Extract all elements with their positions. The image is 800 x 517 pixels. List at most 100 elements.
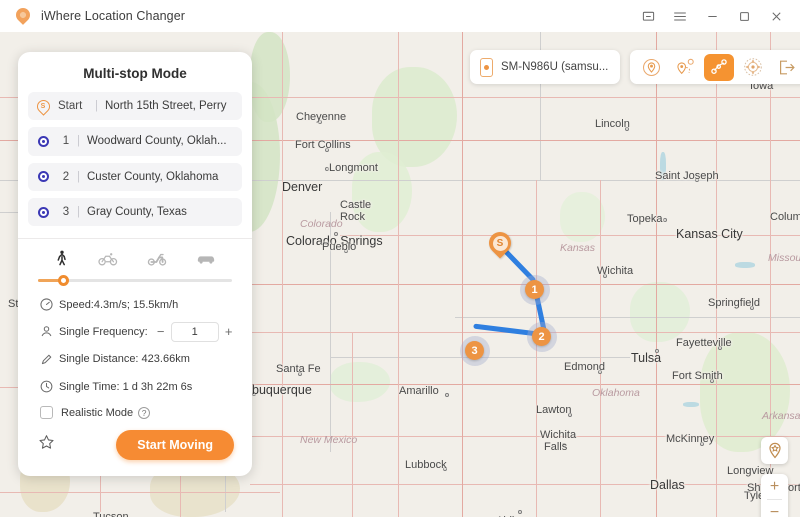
- route-marker-start[interactable]: S: [484, 227, 516, 259]
- radio-dot-icon: [28, 135, 58, 147]
- map-terrain: [330, 362, 390, 402]
- exit-button[interactable]: [772, 54, 800, 81]
- speed-slider[interactable]: [38, 273, 232, 287]
- map-state-label: Kansas: [560, 242, 596, 254]
- realistic-mode-row[interactable]: Realistic Mode ?: [40, 406, 252, 420]
- map-city-label: Wichita: [540, 429, 577, 441]
- radio-dot-icon: [28, 171, 58, 183]
- frequency-input[interactable]: 1: [170, 321, 219, 342]
- zoom-control[interactable]: + −: [761, 474, 788, 517]
- realistic-mode-label: Realistic Mode: [61, 406, 134, 419]
- stop-row-1[interactable]: 1 | Woodward County, Oklah...: [28, 127, 242, 156]
- device-name-label: SM-N986U (samsu...: [501, 61, 609, 73]
- distance-value: Single Distance: 423.66km: [59, 353, 190, 366]
- map-city-label: Lincoln: [595, 118, 630, 130]
- zoom-out-button[interactable]: −: [761, 500, 788, 517]
- map-road: [0, 492, 280, 493]
- zoom-in-button[interactable]: +: [761, 474, 788, 499]
- map-city-label: Wichita: [597, 265, 634, 277]
- stop-row-start[interactable]: S Start | North 15th Street, Perry: [28, 92, 242, 121]
- panel-footer: Start Moving: [18, 419, 252, 476]
- transport-modes[interactable]: [18, 239, 252, 271]
- frequency-row[interactable]: Single Frequency: − 1 +: [40, 318, 252, 345]
- frequency-decrease-button[interactable]: −: [154, 324, 168, 339]
- menu-icon[interactable]: [664, 0, 696, 32]
- route-marker-1[interactable]: 1: [525, 280, 544, 299]
- maximize-icon[interactable]: [728, 0, 760, 32]
- stop-address: North 15th Street, Perry: [105, 100, 227, 113]
- map-road: [398, 32, 399, 517]
- map-terrain: [630, 282, 690, 342]
- time-value: Single Time: 1 d 3h 22m 6s: [59, 380, 193, 393]
- stop-separator: |: [77, 170, 80, 183]
- map-road: [230, 384, 800, 386]
- joystick-mode-button[interactable]: [738, 54, 768, 81]
- exit-arrow-icon: [780, 60, 795, 74]
- realistic-mode-checkbox[interactable]: [40, 406, 53, 420]
- app-logo-icon: [13, 5, 33, 25]
- map-city-label: Denver: [282, 180, 323, 194]
- one-stop-route-icon: [676, 58, 694, 74]
- map-state-label: Missouri: [768, 252, 800, 264]
- clock-icon: [40, 380, 59, 393]
- stop-row-3[interactable]: 3 | Gray County, Texas: [28, 197, 242, 227]
- speed-row: Speed:4.3m/s; 15.5km/h: [40, 291, 252, 318]
- car-mode-icon[interactable]: [196, 252, 216, 265]
- close-icon[interactable]: [760, 0, 792, 32]
- stop-address: Gray County, Texas: [87, 206, 187, 219]
- pin-star-icon: [768, 442, 781, 459]
- help-icon[interactable]: ?: [138, 406, 151, 419]
- multi-stop-panel: Multi-stop Mode S Start | North 15th Str…: [18, 52, 252, 476]
- title-bar: iWhere Location Changer: [0, 0, 800, 32]
- stop-address: Woodward County, Oklah...: [87, 135, 227, 148]
- map-road: [462, 32, 464, 517]
- start-moving-button[interactable]: Start Moving: [116, 429, 234, 460]
- map-city-label: Santa Fe: [276, 363, 321, 375]
- favorite-places-button[interactable]: [761, 437, 788, 464]
- frequency-increase-button[interactable]: +: [222, 324, 236, 339]
- map-city-label: Cheyenne: [296, 111, 347, 123]
- map-road: [600, 180, 601, 517]
- frequency-label: Single Frequency:: [59, 325, 148, 338]
- minimize-icon[interactable]: [696, 0, 728, 32]
- stop-key: Start: [58, 100, 83, 113]
- map-road: [250, 484, 800, 485]
- map-city-label: Saint Joseph: [655, 170, 719, 182]
- panel-title: Multi-stop Mode: [83, 66, 187, 81]
- window-controls[interactable]: [632, 0, 800, 32]
- motorcycle-mode-icon[interactable]: [147, 251, 167, 267]
- frequency-stepper[interactable]: − 1 +: [154, 321, 236, 342]
- stop-row-2[interactable]: 2 | Custer County, Oklahoma: [28, 162, 242, 191]
- state-border: [455, 317, 800, 318]
- map-city-label: Falls: [544, 441, 568, 453]
- map-city-label: Tucson: [93, 511, 129, 517]
- stop-separator: |: [77, 135, 80, 148]
- map-city-label: Lubbock: [405, 459, 447, 471]
- stop-key: 3: [62, 206, 70, 219]
- mode-toolbar[interactable]: [630, 50, 800, 84]
- map-state-label: Oklahoma: [592, 387, 640, 399]
- route-marker-3[interactable]: 3: [465, 341, 484, 360]
- frequency-icon: [40, 325, 59, 338]
- slider-handle[interactable]: [58, 275, 69, 287]
- route-marker-2[interactable]: 2: [532, 327, 551, 346]
- teleport-mode-button[interactable]: [636, 54, 666, 81]
- map-water: [735, 262, 755, 268]
- screen-icon[interactable]: [632, 0, 664, 32]
- map-state-label: Colorado: [300, 218, 343, 230]
- device-selector[interactable]: SM-N986U (samsu...: [470, 50, 620, 84]
- speed-value: Speed:4.3m/s; 15.5km/h: [59, 298, 179, 311]
- map-state-label: New Mexico: [300, 434, 358, 446]
- target-pin-icon: [642, 58, 660, 76]
- map-road: [282, 32, 284, 517]
- map-road: [716, 32, 717, 517]
- map-road: [352, 332, 353, 517]
- map-city-label: Longmont: [329, 162, 378, 174]
- multi-stop-mode-button[interactable]: [704, 53, 734, 81]
- bike-mode-icon[interactable]: [98, 251, 118, 267]
- favorite-button[interactable]: [38, 434, 55, 456]
- map-city-label: Fayetteville: [676, 337, 732, 349]
- walk-mode-icon[interactable]: [54, 250, 69, 267]
- map-city-label: Amarillo: [399, 385, 439, 397]
- one-stop-mode-button[interactable]: [670, 54, 700, 81]
